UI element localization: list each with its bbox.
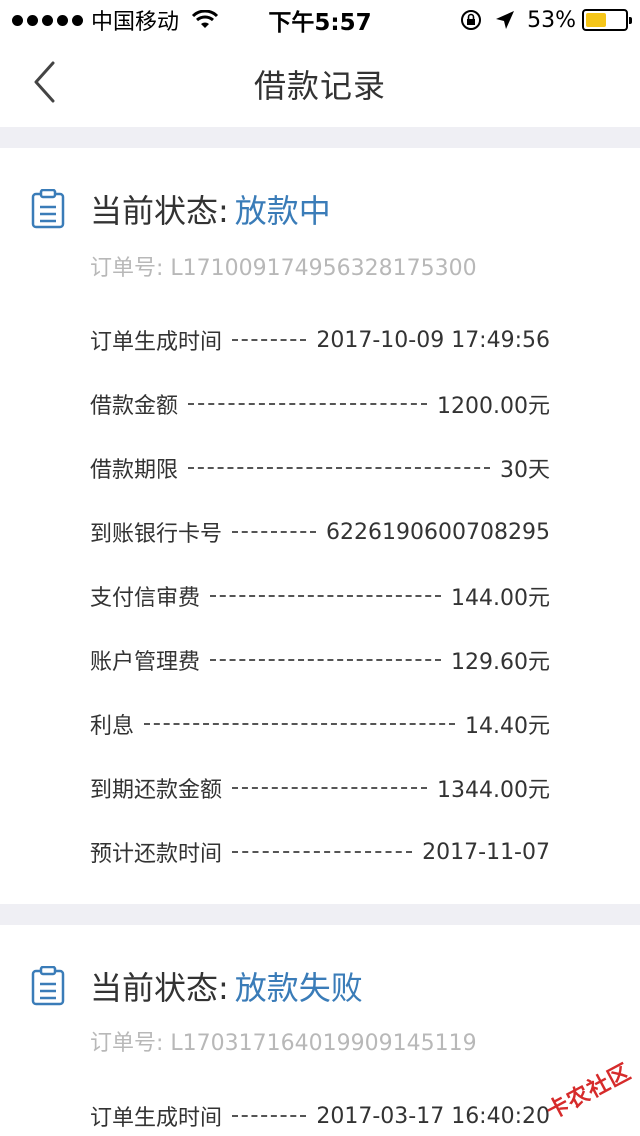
status-value: 放款失败 <box>234 969 363 1007</box>
detail-row-repayment-amount: 到期还款金额 1344.00元 <box>90 768 550 808</box>
status-bar-right: 53% <box>459 7 632 33</box>
row-value: 1200.00元 <box>437 394 550 419</box>
status-label: 当前状态: <box>90 969 229 1007</box>
loan-record-card[interactable]: 当前状态: 放款中 订单号: L171009174956328175300 订单… <box>0 148 640 904</box>
detail-row-loan-amount: 借款金额 1200.00元 <box>90 384 550 424</box>
row-label: 支付信审费 <box>90 586 201 611</box>
record-status-header: 当前状态: 放款中 <box>30 186 331 232</box>
row-value: 2017-03-17 16:40:20 <box>316 1103 550 1129</box>
dashed-leader <box>210 595 442 597</box>
detail-row-repayment-date: 预计还款时间 2017-11-07 <box>90 832 550 872</box>
dashed-leader <box>188 467 490 469</box>
row-label: 到期还款金额 <box>90 778 223 803</box>
wifi-icon <box>191 10 219 28</box>
row-value: 2017-11-07 <box>422 839 550 865</box>
status-bar-left: 中国移动 <box>12 4 219 36</box>
status-label: 当前状态: <box>90 192 229 230</box>
order-number: 订单号: L171009174956328175300 <box>90 256 477 281</box>
detail-row-loan-term: 借款期限 30天 <box>90 448 550 488</box>
detail-row-created-time: 订单生成时间 2017-10-09 17:49:56 <box>90 320 550 360</box>
battery-percent: 53% <box>527 7 576 33</box>
row-label: 利息 <box>90 714 135 739</box>
dashed-leader <box>232 339 307 341</box>
row-value: 129.60元 <box>451 650 550 675</box>
row-value: 2017-10-09 17:49:56 <box>316 327 550 353</box>
row-value: 14.40元 <box>465 714 550 739</box>
dashed-leader <box>232 531 317 533</box>
row-label: 账户管理费 <box>90 650 201 675</box>
rotation-lock-icon <box>461 10 482 30</box>
back-button[interactable] <box>24 58 64 106</box>
dashed-leader <box>144 723 456 725</box>
row-value: 30天 <box>500 458 550 483</box>
detail-row-interest: 利息 14.40元 <box>90 704 550 744</box>
carrier-name: 中国移动 <box>91 10 180 35</box>
chevron-left-icon <box>34 61 55 103</box>
row-label: 订单生成时间 <box>90 1106 223 1131</box>
section-divider <box>0 904 640 925</box>
row-label: 借款期限 <box>90 458 179 483</box>
clipboard-icon <box>31 966 65 1006</box>
row-label: 订单生成时间 <box>90 330 223 355</box>
status-value: 放款中 <box>234 192 331 230</box>
location-arrow-icon <box>496 11 515 29</box>
dashed-leader <box>188 403 428 405</box>
row-value: 6226190600708295 <box>326 519 550 545</box>
row-label: 借款金额 <box>90 394 179 419</box>
clipboard-icon <box>31 189 65 229</box>
dashed-leader <box>232 851 413 853</box>
record-status-header: 当前状态: 放款失败 <box>30 963 363 1009</box>
detail-row-management-fee: 账户管理费 129.60元 <box>90 640 550 680</box>
row-value: 144.00元 <box>451 586 550 611</box>
dashed-leader <box>210 659 442 661</box>
clock: 下午5:57 <box>268 10 372 36</box>
dashed-leader <box>232 1115 307 1117</box>
detail-row-bank-card: 到账银行卡号 6226190600708295 <box>90 512 550 552</box>
row-label: 到账银行卡号 <box>90 522 223 547</box>
battery-fill <box>586 13 607 27</box>
page-title: 借款记录 <box>253 66 386 105</box>
navigation-bar: 借款记录 <box>0 40 640 127</box>
detail-row-review-fee: 支付信审费 144.00元 <box>90 576 550 616</box>
dashed-leader <box>232 787 428 789</box>
row-value: 1344.00元 <box>437 778 550 803</box>
signal-strength-icon <box>12 14 83 26</box>
battery-icon <box>582 9 632 31</box>
order-number: 订单号: L170317164019909145119 <box>90 1031 477 1056</box>
section-divider <box>0 127 640 148</box>
row-label: 预计还款时间 <box>90 842 223 867</box>
detail-row-created-time: 订单生成时间 2017-03-17 16:40:20 <box>90 1096 550 1136</box>
status-bar: 中国移动 下午5:57 53% <box>0 0 640 40</box>
